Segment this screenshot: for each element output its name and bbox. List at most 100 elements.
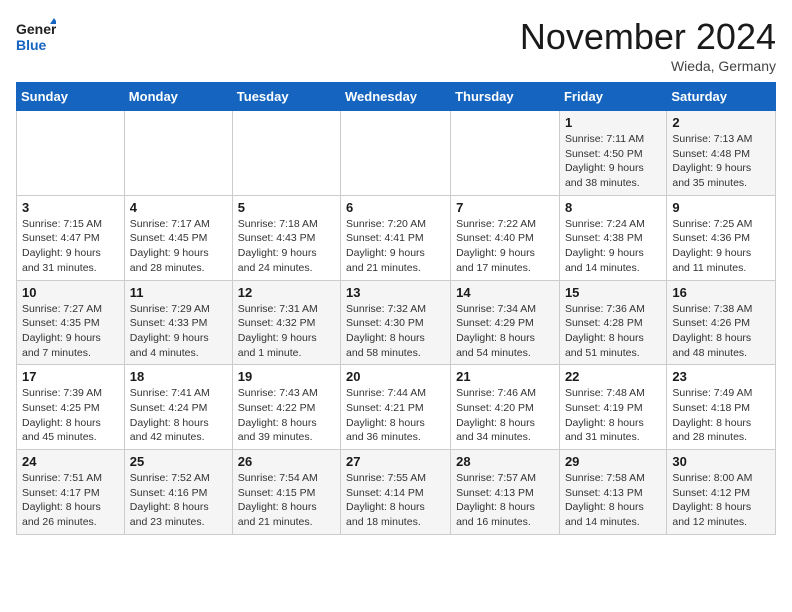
day-info: Sunrise: 7:29 AM Sunset: 4:33 PM Dayligh… bbox=[130, 302, 227, 361]
day-number: 9 bbox=[672, 200, 770, 215]
day-info: Sunrise: 7:55 AM Sunset: 4:14 PM Dayligh… bbox=[346, 471, 445, 530]
day-cell: 23 Sunrise: 7:49 AM Sunset: 4:18 PM Dayli… bbox=[667, 365, 776, 450]
day-header-monday: Monday bbox=[124, 83, 232, 111]
page-header: General Blue November 2024 Wieda, German… bbox=[16, 16, 776, 74]
day-info: Sunrise: 7:52 AM Sunset: 4:16 PM Dayligh… bbox=[130, 471, 227, 530]
day-header-tuesday: Tuesday bbox=[232, 83, 340, 111]
day-info: Sunrise: 7:11 AM Sunset: 4:50 PM Dayligh… bbox=[565, 132, 661, 191]
week-row-3: 10Sunrise: 7:27 AM Sunset: 4:35 PM Dayli… bbox=[17, 280, 776, 365]
day-number: 17 bbox=[22, 369, 119, 384]
day-info: Sunrise: 7:34 AM Sunset: 4:29 PM Dayligh… bbox=[456, 302, 554, 361]
day-number: 24 bbox=[22, 454, 119, 469]
day-number: 29 bbox=[565, 454, 661, 469]
day-info: Sunrise: 7:48 AM Sunset: 4:19 PM Dayligh… bbox=[565, 386, 661, 445]
day-cell: 30 Sunrise: 8:00 AM Sunset: 4:12 PM Dayli… bbox=[667, 450, 776, 535]
day-cell: 25 Sunrise: 7:52 AM Sunset: 4:16 PM Dayli… bbox=[124, 450, 232, 535]
day-number: 8 bbox=[565, 200, 661, 215]
week-row-1: 1 Sunrise: 7:11 AM Sunset: 4:50 PM Daylig… bbox=[17, 111, 776, 196]
day-cell: 16 Sunrise: 7:38 AM Sunset: 4:26 PM Dayli… bbox=[667, 280, 776, 365]
week-row-5: 24 Sunrise: 7:51 AM Sunset: 4:17 PM Dayli… bbox=[17, 450, 776, 535]
day-cell: 13 Sunrise: 7:32 AM Sunset: 4:30 PM Dayli… bbox=[341, 280, 451, 365]
day-cell: 11 Sunrise: 7:29 AM Sunset: 4:33 PM Dayli… bbox=[124, 280, 232, 365]
day-header-wednesday: Wednesday bbox=[341, 83, 451, 111]
day-cell: 28Sunrise: 7:57 AM Sunset: 4:13 PM Dayli… bbox=[451, 450, 560, 535]
day-number: 6 bbox=[346, 200, 445, 215]
day-number: 10 bbox=[22, 285, 119, 300]
day-cell: 4 Sunrise: 7:17 AM Sunset: 4:45 PM Daylig… bbox=[124, 195, 232, 280]
calendar-header: SundayMondayTuesdayWednesdayThursdayFrid… bbox=[17, 83, 776, 111]
day-cell: 6 Sunrise: 7:20 AM Sunset: 4:41 PM Daylig… bbox=[341, 195, 451, 280]
day-number: 14 bbox=[456, 285, 554, 300]
day-cell: 9 Sunrise: 7:25 AM Sunset: 4:36 PM Daylig… bbox=[667, 195, 776, 280]
day-cell: 20Sunrise: 7:44 AM Sunset: 4:21 PM Dayli… bbox=[341, 365, 451, 450]
day-number: 22 bbox=[565, 369, 661, 384]
day-info: Sunrise: 7:44 AM Sunset: 4:21 PM Dayligh… bbox=[346, 386, 445, 445]
day-number: 1 bbox=[565, 115, 661, 130]
day-info: Sunrise: 7:13 AM Sunset: 4:48 PM Dayligh… bbox=[672, 132, 770, 191]
day-number: 21 bbox=[456, 369, 554, 384]
day-cell: 5 Sunrise: 7:18 AM Sunset: 4:43 PM Daylig… bbox=[232, 195, 340, 280]
day-cell: 2 Sunrise: 7:13 AM Sunset: 4:48 PM Daylig… bbox=[667, 111, 776, 196]
day-cell bbox=[17, 111, 125, 196]
day-info: Sunrise: 7:51 AM Sunset: 4:17 PM Dayligh… bbox=[22, 471, 119, 530]
day-cell: 7Sunrise: 7:22 AM Sunset: 4:40 PM Daylig… bbox=[451, 195, 560, 280]
day-header-thursday: Thursday bbox=[451, 83, 560, 111]
day-number: 2 bbox=[672, 115, 770, 130]
day-number: 30 bbox=[672, 454, 770, 469]
day-info: Sunrise: 7:38 AM Sunset: 4:26 PM Dayligh… bbox=[672, 302, 770, 361]
day-cell bbox=[124, 111, 232, 196]
calendar-body: 1 Sunrise: 7:11 AM Sunset: 4:50 PM Daylig… bbox=[17, 111, 776, 535]
day-number: 11 bbox=[130, 285, 227, 300]
day-cell: 26 Sunrise: 7:54 AM Sunset: 4:15 PM Dayli… bbox=[232, 450, 340, 535]
day-headers-row: SundayMondayTuesdayWednesdayThursdayFrid… bbox=[17, 83, 776, 111]
day-cell: 27Sunrise: 7:55 AM Sunset: 4:14 PM Dayli… bbox=[341, 450, 451, 535]
day-cell: 15 Sunrise: 7:36 AM Sunset: 4:28 PM Dayli… bbox=[559, 280, 666, 365]
day-number: 12 bbox=[238, 285, 335, 300]
day-info: Sunrise: 7:46 AM Sunset: 4:20 PM Dayligh… bbox=[456, 386, 554, 445]
day-cell: 21 Sunrise: 7:46 AM Sunset: 4:20 PM Dayli… bbox=[451, 365, 560, 450]
day-info: Sunrise: 7:36 AM Sunset: 4:28 PM Dayligh… bbox=[565, 302, 661, 361]
day-info: Sunrise: 7:20 AM Sunset: 4:41 PM Dayligh… bbox=[346, 217, 445, 276]
day-cell bbox=[341, 111, 451, 196]
day-number: 23 bbox=[672, 369, 770, 384]
month-title: November 2024 bbox=[520, 16, 776, 58]
day-info: Sunrise: 7:49 AM Sunset: 4:18 PM Dayligh… bbox=[672, 386, 770, 445]
day-number: 16 bbox=[672, 285, 770, 300]
day-cell: 19Sunrise: 7:43 AM Sunset: 4:22 PM Dayli… bbox=[232, 365, 340, 450]
day-cell: 17Sunrise: 7:39 AM Sunset: 4:25 PM Dayli… bbox=[17, 365, 125, 450]
day-cell: 3 Sunrise: 7:15 AM Sunset: 4:47 PM Daylig… bbox=[17, 195, 125, 280]
day-cell bbox=[232, 111, 340, 196]
svg-text:General: General bbox=[16, 21, 56, 37]
day-cell: 8Sunrise: 7:24 AM Sunset: 4:38 PM Daylig… bbox=[559, 195, 666, 280]
day-info: Sunrise: 7:25 AM Sunset: 4:36 PM Dayligh… bbox=[672, 217, 770, 276]
day-info: Sunrise: 7:18 AM Sunset: 4:43 PM Dayligh… bbox=[238, 217, 335, 276]
day-info: Sunrise: 8:00 AM Sunset: 4:12 PM Dayligh… bbox=[672, 471, 770, 530]
day-info: Sunrise: 7:17 AM Sunset: 4:45 PM Dayligh… bbox=[130, 217, 227, 276]
day-header-sunday: Sunday bbox=[17, 83, 125, 111]
day-number: 15 bbox=[565, 285, 661, 300]
day-cell: 22 Sunrise: 7:48 AM Sunset: 4:19 PM Dayli… bbox=[559, 365, 666, 450]
day-number: 4 bbox=[130, 200, 227, 215]
day-cell: 24 Sunrise: 7:51 AM Sunset: 4:17 PM Dayli… bbox=[17, 450, 125, 535]
week-row-4: 17Sunrise: 7:39 AM Sunset: 4:25 PM Dayli… bbox=[17, 365, 776, 450]
day-info: Sunrise: 7:41 AM Sunset: 4:24 PM Dayligh… bbox=[130, 386, 227, 445]
day-info: Sunrise: 7:31 AM Sunset: 4:32 PM Dayligh… bbox=[238, 302, 335, 361]
logo-icon: General Blue bbox=[16, 16, 56, 56]
svg-text:Blue: Blue bbox=[16, 37, 47, 53]
day-number: 3 bbox=[22, 200, 119, 215]
day-info: Sunrise: 7:43 AM Sunset: 4:22 PM Dayligh… bbox=[238, 386, 335, 445]
day-number: 5 bbox=[238, 200, 335, 215]
day-cell: 18Sunrise: 7:41 AM Sunset: 4:24 PM Dayli… bbox=[124, 365, 232, 450]
day-header-saturday: Saturday bbox=[667, 83, 776, 111]
day-cell: 29Sunrise: 7:58 AM Sunset: 4:13 PM Dayli… bbox=[559, 450, 666, 535]
day-info: Sunrise: 7:15 AM Sunset: 4:47 PM Dayligh… bbox=[22, 217, 119, 276]
day-number: 13 bbox=[346, 285, 445, 300]
day-cell bbox=[451, 111, 560, 196]
day-number: 25 bbox=[130, 454, 227, 469]
calendar-table: SundayMondayTuesdayWednesdayThursdayFrid… bbox=[16, 82, 776, 535]
day-number: 28 bbox=[456, 454, 554, 469]
day-info: Sunrise: 7:32 AM Sunset: 4:30 PM Dayligh… bbox=[346, 302, 445, 361]
day-info: Sunrise: 7:54 AM Sunset: 4:15 PM Dayligh… bbox=[238, 471, 335, 530]
day-cell: 10Sunrise: 7:27 AM Sunset: 4:35 PM Dayli… bbox=[17, 280, 125, 365]
day-number: 26 bbox=[238, 454, 335, 469]
